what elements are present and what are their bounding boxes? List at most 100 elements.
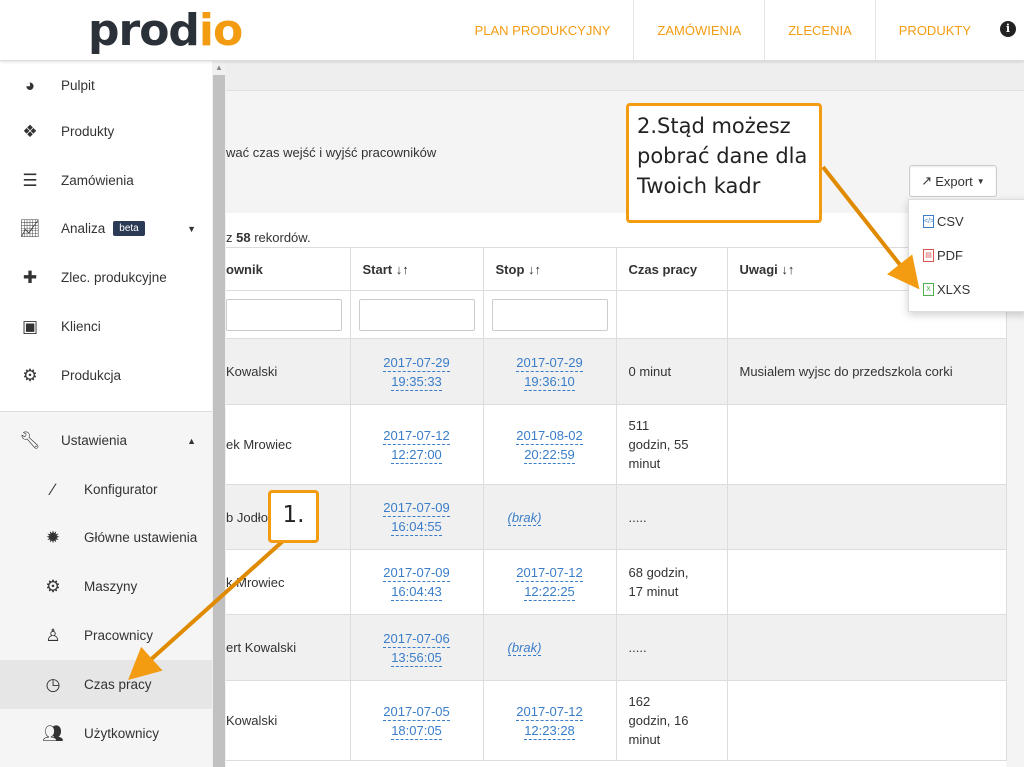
export-label: Export <box>935 173 973 189</box>
info-icon[interactable]: i <box>1000 21 1016 37</box>
cell-stop[interactable]: 2017-07-29 19:36:10 <box>482 338 617 405</box>
cell-stop[interactable]: 2017-07-12 12:22:25 <box>482 549 617 615</box>
sidebar-item-pulpit[interactable]: ◕ Pulpit <box>0 61 212 110</box>
export-dropdown: </> CSV ▤ PDF X XLXS <box>908 199 1024 312</box>
cell-stop[interactable]: 2017-07-12 12:23:28 <box>482 680 617 761</box>
cell-pracownik: ek Mrowiec <box>226 404 351 485</box>
sidebar-item-label: Produkty <box>61 124 115 139</box>
sidebar-subitem-czas-pracy[interactable]: ◷ Czas pracy <box>0 660 212 709</box>
magic-wand-icon: ⁄ <box>51 479 55 499</box>
cell-uwagi <box>726 680 1007 761</box>
gear-logo-icon: io <box>198 5 243 56</box>
cell-uwagi <box>726 614 1007 681</box>
dashboard-icon: ◕ <box>24 75 36 95</box>
prodio-logo[interactable]: prodio <box>88 5 243 56</box>
page-description: wać czas wejść i wyjść pracowników <box>226 145 437 160</box>
main-content: wać czas wejść i wyjść pracowników ↗ Exp… <box>226 61 1024 767</box>
cell-czas-pracy: 511 godzin, 55 minut <box>615 404 728 485</box>
sidebar-item-label: Ustawienia <box>61 433 128 448</box>
export-pdf[interactable]: ▤ PDF <box>923 248 963 263</box>
sidebar-item-label: Zamówienia <box>61 173 134 188</box>
cell-stop[interactable]: (brak) <box>482 614 617 681</box>
cell-stop[interactable]: 2017-08-02 20:22:59 <box>482 404 617 485</box>
cell-czas-pracy: ..... <box>615 484 728 550</box>
cell-start[interactable]: 2017-07-09 16:04:43 <box>349 549 484 615</box>
sidebar-item-produkcja[interactable]: ⚙ Produkcja <box>0 351 212 400</box>
filter-start-input[interactable] <box>358 298 475 331</box>
filter-pracownik-input[interactable] <box>226 298 342 331</box>
cell-czas-pracy: 0 minut <box>615 338 728 405</box>
filter-row <box>226 290 1007 339</box>
table-row: Kowalski 2017-07-05 18:07:05 2017-07-12 12… <box>226 680 1007 761</box>
nav-produkty[interactable]: PRODUKTY <box>874 0 994 60</box>
cell-czas-pracy: 68 godzin, 17 minut <box>615 549 728 615</box>
users-icon: 👥︎ <box>42 723 64 743</box>
export-button[interactable]: ↗ Export ▼ <box>909 165 997 197</box>
file-pdf-icon: ▤ <box>923 249 934 262</box>
table-row: Kowalski 2017-07-29 19:35:33 2017-07-29 19… <box>226 338 1007 405</box>
share-icon: ↗ <box>921 173 933 188</box>
filter-stop-input[interactable] <box>491 298 608 331</box>
cell-start[interactable]: 2017-07-05 18:07:05 <box>349 680 484 761</box>
nav-zamowienia[interactable]: ZAMÓWIENIA <box>633 0 764 60</box>
col-header-pracownik[interactable]: ownik <box>226 247 351 291</box>
caret-down-icon: ▼ <box>187 223 196 234</box>
scroll-up-arrow-icon[interactable]: ▲ <box>212 63 226 72</box>
sidebar-item-produkty[interactable]: ❖ Produkty <box>0 107 212 156</box>
cell-start[interactable]: 2017-07-09 16:04:55 <box>349 484 484 550</box>
sidebar-subitem-konfigurator[interactable]: ⁄ Konfigurator <box>0 465 212 514</box>
puzzle-icon: ✚ <box>22 267 38 287</box>
export-csv-label: CSV <box>937 214 964 229</box>
cell-pracownik: Kowalski <box>226 680 351 761</box>
sidebar-subitem-uzytkownicy[interactable]: 👥︎ Użytkownicy <box>0 709 212 758</box>
filter-cell <box>226 290 351 339</box>
export-xlxs[interactable]: X XLXS <box>923 282 970 297</box>
table-row: ert Kowalski 2017-07-06 13:56:05 (brak) .… <box>226 614 1007 681</box>
table-row: k Mrowiec 2017-07-09 16:04:43 2017-07-12 1… <box>226 549 1007 615</box>
sidebar-item-ustawienia[interactable]: 🔧︎ Ustawienia ▲ <box>0 416 212 465</box>
export-xlxs-label: XLXS <box>937 282 971 297</box>
export-csv[interactable]: </> CSV <box>923 214 964 229</box>
sidebar-item-label: Pracownicy <box>84 628 154 643</box>
sidebar-item-label: Maszyny <box>84 579 138 594</box>
chart-icon: 📈︎ <box>19 218 41 238</box>
sidebar-item-label: Konfigurator <box>84 482 158 497</box>
sidebar-scrollbar[interactable]: ▲ <box>212 61 226 767</box>
cell-stop[interactable]: (brak) <box>482 484 617 550</box>
sidebar-item-klienci[interactable]: ▣ Klienci <box>0 302 212 351</box>
cell-pracownik: k Mrowiec <box>226 549 351 615</box>
filter-cell <box>349 290 484 339</box>
cell-start[interactable]: 2017-07-06 13:56:05 <box>349 614 484 681</box>
cell-uwagi <box>726 549 1007 615</box>
sidebar-item-zlec-produkcyjne[interactable]: ✚ Zlec. produkcyjne <box>0 253 212 302</box>
nav-plan-produkcyjny[interactable]: PLAN PRODUKCYJNY <box>452 0 634 60</box>
top-nav: PLAN PRODUKCYJNY ZAMÓWIENIA ZLECENIA PRO… <box>452 0 994 60</box>
clock-icon: ◷ <box>45 674 61 694</box>
sidebar-subitem-glowne-ustawienia[interactable]: ✹ Główne ustawienia <box>0 513 212 562</box>
top-bar: prodio PLAN PRODUKCYJNY ZAMÓWIENIA ZLECE… <box>0 0 1024 61</box>
cell-start[interactable]: 2017-07-29 19:35:33 <box>349 338 484 405</box>
scrollbar-thumb[interactable] <box>213 75 225 767</box>
sidebar-subitem-maszyny[interactable]: ⚙ Maszyny <box>0 562 212 611</box>
cog-icon: ✹ <box>45 527 61 547</box>
sidebar-subitem-pracownicy[interactable]: ♙ Pracownicy <box>0 611 212 660</box>
table-row: b Jodło 2017-07-09 16:04:55 (brak) ..... <box>226 484 1007 550</box>
person-icon: ♙ <box>45 625 61 645</box>
cell-uwagi <box>726 404 1007 485</box>
file-code-icon: </> <box>923 215 934 228</box>
sidebar-item-zamowienia[interactable]: ☰ Zamówienia <box>0 156 212 205</box>
col-header-start[interactable]: Start ↓↑ <box>349 247 484 291</box>
sidebar-item-analiza[interactable]: 📈︎ Analiza beta ▼ <box>0 204 212 253</box>
filter-cell <box>615 290 728 339</box>
export-pdf-label: PDF <box>937 248 963 263</box>
breadcrumb-strip <box>226 61 1024 91</box>
nav-zlecenia[interactable]: ZLECENIA <box>764 0 875 60</box>
col-header-stop[interactable]: Stop ↓↑ <box>482 247 617 291</box>
sidebar-item-label: Zlec. produkcyjne <box>61 270 167 285</box>
cell-start[interactable]: 2017-07-12 12:27:00 <box>349 404 484 485</box>
beta-badge: beta <box>113 221 145 236</box>
caret-down-icon: ▼ <box>976 176 985 186</box>
tasks-icon: ☰ <box>22 170 38 190</box>
cell-czas-pracy: 162 godzin, 16 minut <box>615 680 728 761</box>
work-time-table: ownik Start ↓↑ Stop ↓↑ Czas pracy Uwagi … <box>226 247 1007 761</box>
